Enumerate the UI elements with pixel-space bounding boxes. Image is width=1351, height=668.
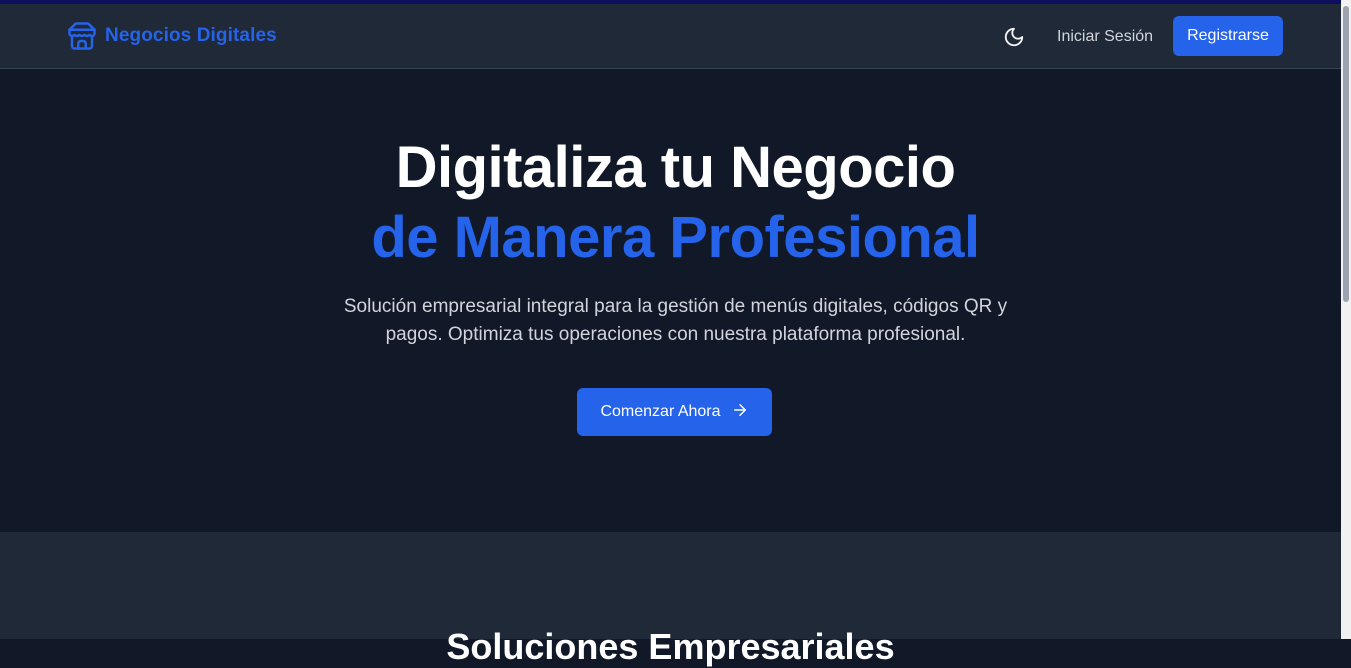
hero-title: Digitaliza tu Negocio de Manera Profesio… <box>0 133 1351 273</box>
store-icon <box>67 21 97 51</box>
hero-section: Digitaliza tu Negocio de Manera Profesio… <box>0 69 1341 532</box>
cta-label: Comenzar Ahora <box>600 403 721 420</box>
brand-name: Negocios Digitales <box>105 25 277 46</box>
page-scrollbar[interactable] <box>1341 0 1351 639</box>
hero-title-line1: Digitaliza tu Negocio <box>395 135 956 200</box>
brand-logo[interactable]: Negocios Digitales <box>67 21 277 51</box>
theme-toggle-button[interactable] <box>1003 26 1025 48</box>
moon-icon <box>1003 27 1025 52</box>
register-button[interactable]: Registrarse <box>1173 16 1283 56</box>
login-link[interactable]: Iniciar Sesión <box>1057 28 1153 46</box>
scrollbar-thumb[interactable] <box>1343 6 1349 302</box>
section-heading: Soluciones Empresariales <box>446 626 895 667</box>
hero-subtitle: Solución empresarial integral para la ge… <box>343 296 1008 345</box>
solutions-section: Soluciones Empresariales <box>0 532 1341 667</box>
navbar: Negocios Digitales Iniciar Sesión Regist… <box>0 4 1341 69</box>
hero-title-line2: de Manera Profesional <box>371 205 980 270</box>
get-started-button[interactable]: Comenzar Ahora <box>577 388 772 436</box>
arrow-right-icon <box>731 401 749 424</box>
